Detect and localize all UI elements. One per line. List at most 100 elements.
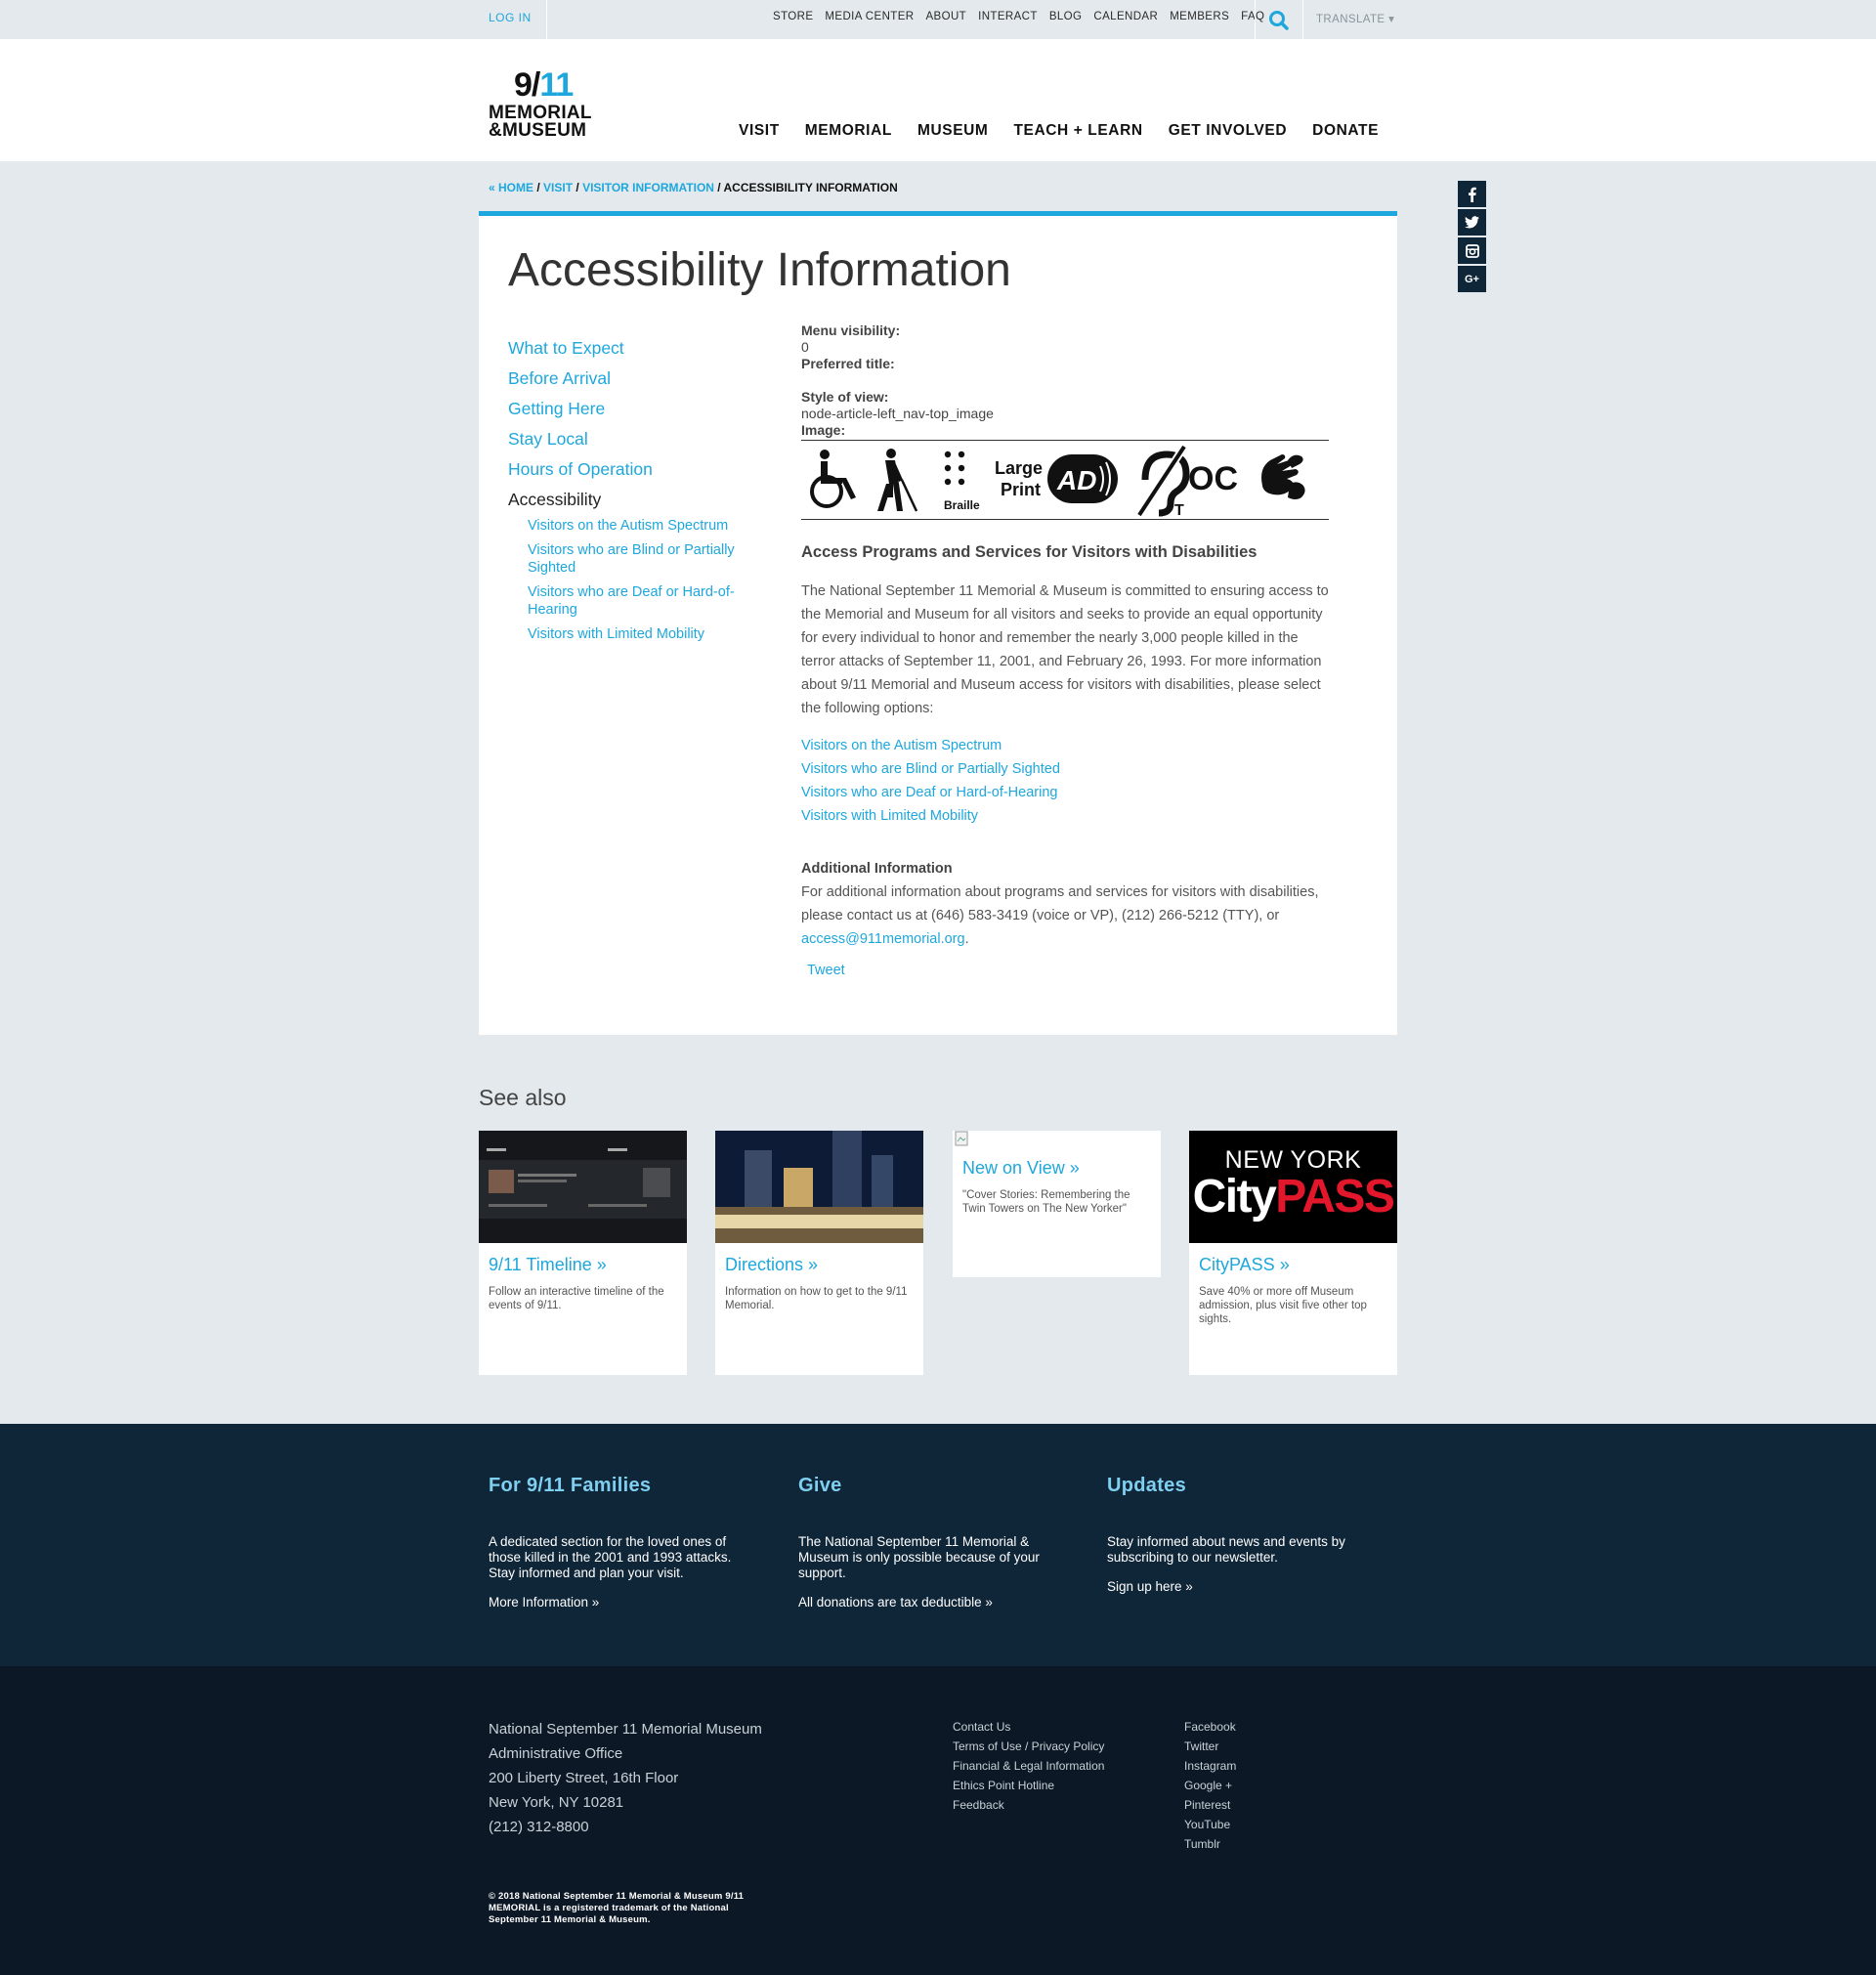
svg-text:Large: Large (995, 458, 1043, 478)
page-title: Accessibility Information (508, 244, 1011, 296)
option-link-deaf[interactable]: Visitors who are Deaf or Hard-of-Hearing (801, 781, 1329, 804)
nav-museum[interactable]: MUSEUM (917, 122, 989, 140)
nav-donate[interactable]: DONATE (1312, 122, 1379, 140)
meta-value: 0 (801, 339, 809, 355)
card-title[interactable]: New on View » (962, 1158, 1151, 1179)
footer-link-tumblr[interactable]: Tumblr (1184, 1834, 1236, 1854)
footer-link-pinterest[interactable]: Pinterest (1184, 1795, 1236, 1815)
sidebar-item-getting-here[interactable]: Getting Here (508, 398, 762, 419)
additional-heading: Additional Information (801, 861, 953, 877)
footer-text: A dedicated section for the loved ones o… (489, 1534, 732, 1580)
sidebar-item-before-arrival[interactable]: Before Arrival (508, 367, 762, 389)
sidebar-subitem-deaf[interactable]: Visitors who are Deaf or Hard-of-Hearing (528, 583, 762, 619)
utility-link-blog[interactable]: BLOG (1049, 11, 1083, 22)
breadcrumb-home[interactable]: « HOME (489, 181, 533, 194)
sign-language-icon (1261, 454, 1305, 499)
footer-link-google-plus[interactable]: Google + (1184, 1776, 1236, 1795)
logo-mark: 9/11 (514, 66, 574, 104)
utility-link-calendar[interactable]: CALENDAR (1093, 11, 1158, 22)
logo-text-museum: &MUSEUM (489, 120, 587, 141)
card-title[interactable]: Directions » (725, 1255, 914, 1275)
footer-link-twitter[interactable]: Twitter (1184, 1737, 1236, 1756)
utility-link-members[interactable]: MEMBERS (1170, 11, 1229, 22)
login-link[interactable]: LOG IN (489, 11, 532, 24)
card-title[interactable]: CityPASS » (1199, 1255, 1387, 1275)
memorial-photo (715, 1131, 923, 1243)
sidebar-subitem-blind[interactable]: Visitors who are Blind or Partially Sigh… (528, 541, 762, 577)
footer-link-terms[interactable]: Terms of Use / Privacy Policy (953, 1737, 1104, 1756)
twitter-icon[interactable] (1458, 209, 1486, 236)
nav-visit[interactable]: VISIT (739, 122, 780, 140)
option-link-autism[interactable]: Visitors on the Autism Spectrum (801, 734, 1329, 757)
footer-link-more-info[interactable]: More Information » (489, 1595, 752, 1610)
footer-link-youtube[interactable]: YouTube (1184, 1815, 1236, 1834)
breadcrumb-current: ACCESSIBILITY INFORMATION (723, 181, 898, 194)
search-icon[interactable] (1268, 10, 1290, 31)
utility-link-about[interactable]: ABOUT (925, 11, 966, 22)
wheelchair-icon (810, 450, 856, 508)
footer-link-signup[interactable]: Sign up here » (1107, 1579, 1371, 1594)
utility-link-media-center[interactable]: MEDIA CENTER (825, 11, 914, 22)
footer-heading: Give (798, 1475, 842, 1496)
nav-teach-learn[interactable]: TEACH + LEARN (1013, 122, 1142, 140)
sidebar-item-accessibility[interactable]: Accessibility (508, 489, 762, 510)
card-description: Follow an interactive timeline of the ev… (489, 1286, 664, 1311)
breadcrumb: « HOME / VISIT / VISITOR INFORMATION / A… (489, 181, 898, 194)
breadcrumb-visit[interactable]: VISIT (543, 181, 573, 194)
utility-link-faq[interactable]: FAQ (1241, 11, 1264, 22)
footer-link-donations[interactable]: All donations are tax deductible » (798, 1595, 1062, 1610)
card-directions[interactable]: Directions » Information on how to get t… (715, 1131, 923, 1375)
copyright: © 2018 National September 11 Memorial & … (489, 1891, 745, 1925)
footer-link-feedback[interactable]: Feedback (953, 1795, 1104, 1815)
card-new-on-view[interactable]: New on View » "Cover Stories: Rememberin… (953, 1131, 1161, 1277)
accessibility-symbols-image: Braille Large Print AD T OC (801, 440, 1329, 520)
card-timeline[interactable]: 9/11 Timeline » Follow an interactive ti… (479, 1131, 687, 1375)
breadcrumb-visitor-information[interactable]: VISITOR INFORMATION (582, 181, 714, 194)
sidebar-item-what-to-expect[interactable]: What to Expect (508, 337, 762, 359)
svg-text:Braille: Braille (944, 498, 980, 512)
utility-link-interact[interactable]: INTERACT (978, 11, 1038, 22)
card-description: "Cover Stories: Remembering the Twin Tow… (962, 1189, 1130, 1215)
meta-label: Style of view: (801, 389, 889, 405)
footer-text: The National September 11 Memorial & Mus… (798, 1534, 1040, 1580)
translate-dropdown[interactable]: TRANSLATE ▾ (1316, 12, 1394, 25)
footer-link-financial[interactable]: Financial & Legal Information (953, 1756, 1104, 1776)
footer-updates: Updates Stay informed about news and eve… (1107, 1475, 1371, 1594)
footer-site-links: Contact Us Terms of Use / Privacy Policy… (953, 1717, 1104, 1815)
email-link[interactable]: access@911memorial.org (801, 931, 965, 947)
svg-text:Print: Print (1001, 480, 1041, 499)
option-link-blind[interactable]: Visitors who are Blind or Partially Sigh… (801, 757, 1329, 781)
main-content-card: Accessibility Information What to Expect… (479, 211, 1397, 1035)
footer-link-facebook[interactable]: Facebook (1184, 1717, 1236, 1737)
footer-link-contact[interactable]: Contact Us (953, 1717, 1104, 1737)
instagram-icon[interactable] (1458, 237, 1486, 264)
card-title[interactable]: 9/11 Timeline » (489, 1255, 677, 1275)
footer-link-instagram[interactable]: Instagram (1184, 1756, 1236, 1776)
nav-memorial[interactable]: MEMORIAL (805, 122, 892, 140)
footer-link-ethics[interactable]: Ethics Point Hotline (953, 1776, 1104, 1795)
open-caption-icon: OC (1188, 460, 1238, 497)
footer-families: For 9/11 Families A dedicated section fo… (489, 1475, 752, 1610)
site-logo[interactable]: 9/11 MEMORIAL &MUSEUM (489, 67, 604, 142)
social-share-bar: G+ (1458, 181, 1486, 294)
utility-link-store[interactable]: STORE (773, 11, 813, 22)
svg-text:AD: AD (1056, 465, 1096, 495)
svg-text:T: T (1174, 502, 1184, 519)
sidebar-subitem-autism[interactable]: Visitors on the Autism Spectrum (528, 517, 762, 535)
section-heading: Access Programs and Services for Visitor… (801, 543, 1258, 561)
card-citypass[interactable]: NEW YORK CityPASS CityPASS » Save 40% or… (1189, 1131, 1397, 1375)
tweet-button[interactable]: Tweet (807, 963, 1329, 978)
sidebar-item-stay-local[interactable]: Stay Local (508, 428, 762, 450)
option-link-mobility[interactable]: Visitors with Limited Mobility (801, 804, 1329, 828)
sidebar-subitem-mobility[interactable]: Visitors with Limited Mobility (528, 625, 762, 643)
card-description: Information on how to get to the 9/11 Me… (725, 1286, 908, 1311)
additional-text: For additional information about program… (801, 884, 1319, 947)
main-nav: VISIT MEMORIAL MUSEUM TEACH + LEARN GET … (739, 122, 1404, 140)
footer-text: Stay informed about news and events by s… (1107, 1534, 1345, 1565)
google-plus-icon[interactable]: G+ (1458, 266, 1486, 292)
footer-social-links: Facebook Twitter Instagram Google + Pint… (1184, 1717, 1236, 1854)
sidebar-item-hours[interactable]: Hours of Operation (508, 458, 762, 480)
facebook-icon[interactable] (1458, 181, 1486, 207)
nav-get-involved[interactable]: GET INVOLVED (1169, 122, 1287, 140)
article-body: Menu visibility: 0 Preferred title: Styl… (801, 322, 1329, 978)
